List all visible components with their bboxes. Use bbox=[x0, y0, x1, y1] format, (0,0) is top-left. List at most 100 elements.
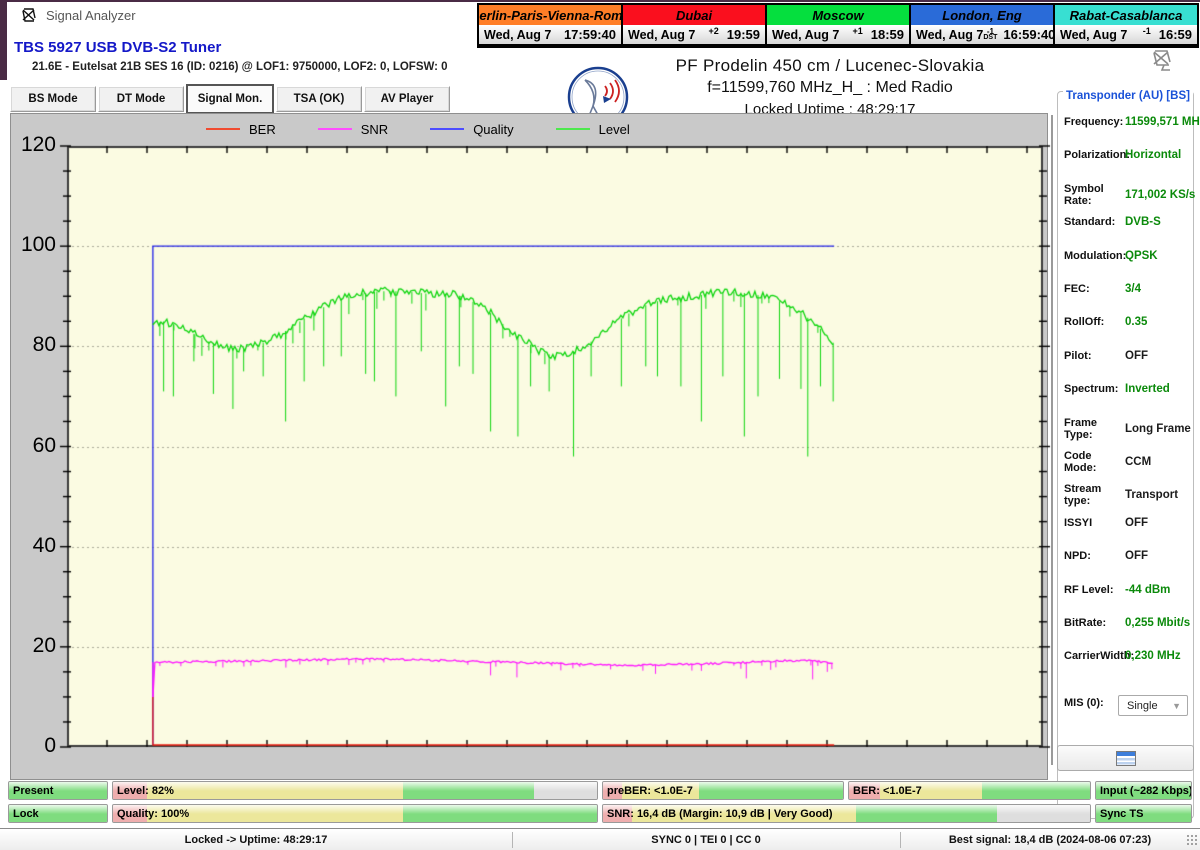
bar-label: Present bbox=[13, 784, 54, 797]
window-left-edge bbox=[0, 0, 7, 80]
signal-plot bbox=[51, 144, 1051, 754]
transponder-value: Inverted bbox=[1125, 383, 1170, 396]
transponder-label: Stream type: bbox=[1064, 483, 1102, 508]
legend-line-swatch bbox=[317, 128, 352, 130]
clock-time-value: 18:59 bbox=[870, 27, 904, 42]
legend-label: BER bbox=[249, 121, 276, 137]
tab-bs-mode[interactable]: BS Mode bbox=[10, 86, 96, 112]
transponder-row-carrierwidth-: CarrierWidth: 0,230 MHz bbox=[1064, 650, 1189, 662]
transponder-row-standard-: Standard: DVB-S bbox=[1064, 216, 1189, 228]
tuner-subtitle: 21.6E - Eutelsat 21B SES 16 (ID: 0216) @… bbox=[32, 61, 448, 73]
clock-time: Wed, Aug 7 -1 DST 16:59:40 bbox=[911, 25, 1055, 44]
bar-label: Sync TS bbox=[1100, 807, 1144, 820]
transponder-value: QPSK bbox=[1125, 249, 1158, 262]
clock-dubai: Dubai Wed, Aug 7 +2 19:59 bbox=[623, 5, 765, 46]
y-axis-label-20: 20 bbox=[32, 633, 56, 657]
legend-line-swatch bbox=[206, 128, 240, 130]
clock-date: Wed, Aug 7 bbox=[484, 27, 552, 42]
transponder-row-polarization-: Polarization: Horizontal bbox=[1064, 149, 1189, 161]
stream-list-button[interactable] bbox=[1057, 745, 1194, 771]
tab-signal-mon-[interactable]: Signal Mon. bbox=[186, 84, 274, 114]
signal-analyzer-window: Signal Analyzer Berlin-Paris-Vienna-Roma… bbox=[0, 0, 1200, 850]
transponder-label: Frame Type: bbox=[1064, 416, 1098, 441]
tab-dt-mode[interactable]: DT Mode bbox=[98, 86, 184, 112]
resize-grip[interactable] bbox=[1186, 834, 1198, 846]
mini-dish-icon bbox=[1153, 50, 1171, 71]
panel-splitter[interactable] bbox=[1051, 115, 1053, 765]
bar-label: Lock bbox=[13, 807, 39, 820]
transponder-label: CarrierWidth: bbox=[1064, 650, 1135, 663]
transponder-label: Code Mode: bbox=[1064, 450, 1097, 474]
mis-value: Single bbox=[1127, 699, 1158, 712]
legend-item-ber: BER bbox=[206, 122, 276, 137]
clock-time: Wed, Aug 7 17:59:40 bbox=[479, 25, 621, 44]
tab-tsa-ok-[interactable]: TSA (OK) bbox=[276, 86, 362, 112]
legend-line-swatch bbox=[555, 128, 590, 130]
frequency-service: f=11599,760 MHz_H_ : Med Radio bbox=[707, 79, 953, 96]
clock-time: Wed, Aug 7 -1 16:59 bbox=[1055, 25, 1197, 44]
clock-offset: +2 bbox=[708, 25, 719, 36]
clock-time-value: 16:59 bbox=[1158, 27, 1192, 42]
clock-city-label: Berlin-Paris-Vienna-Roma bbox=[479, 5, 621, 25]
satellite-dish-icon bbox=[22, 7, 36, 22]
bar-label: SNR: 16,4 dB (Margin: 10,9 dB | Very Goo… bbox=[607, 807, 833, 820]
transponder-label: BitRate: bbox=[1064, 617, 1107, 629]
transponder-row-pilot-: Pilot: OFF bbox=[1064, 350, 1189, 362]
transponder-label: Modulation: bbox=[1064, 249, 1127, 262]
transponder-value: OFF bbox=[1125, 516, 1148, 529]
statusbar-uptime: Locked -> Uptime: 48:29:17 bbox=[184, 834, 328, 846]
transponder-row-issyi: ISSYI OFF bbox=[1064, 517, 1189, 529]
progress-bar-sync-ts: Sync TS bbox=[1095, 804, 1192, 823]
mis-select[interactable]: Single ▼ bbox=[1118, 695, 1188, 716]
center-header: PF Prodelin 450 cm / Lucenec-Slovakia f=… bbox=[590, 56, 1070, 118]
progress-bar-preber-1-0e-7: preBER: <1.0E-7 bbox=[602, 781, 844, 800]
progress-bar-lock: Lock bbox=[8, 804, 108, 823]
legend-label: Level bbox=[598, 121, 630, 137]
signal-chart-panel: BER SNR Quality Level bbox=[10, 113, 1051, 780]
transponder-value: 11599,571 MHz bbox=[1125, 116, 1200, 128]
clock-city-label: Rabat-Casablanca bbox=[1055, 5, 1197, 25]
legend-label: SNR bbox=[360, 121, 389, 137]
window-title: Signal Analyzer bbox=[46, 7, 136, 23]
bar-label: Level: 82% bbox=[117, 784, 174, 797]
transponder-label: NPD: bbox=[1064, 550, 1091, 563]
transponder-value: DVB-S bbox=[1125, 216, 1161, 229]
clock-dst-label: DST bbox=[983, 33, 998, 41]
transponder-label: Polarization: bbox=[1064, 149, 1131, 162]
clock-offset: +1 bbox=[852, 25, 863, 36]
bar-gloss bbox=[113, 782, 597, 792]
transponder-label: Spectrum: bbox=[1064, 383, 1119, 396]
antenna-location: PF Prodelin 450 cm / Lucenec-Slovakia bbox=[675, 56, 985, 75]
clock-city-label: London, Eng bbox=[911, 5, 1053, 25]
transponder-label: FEC: bbox=[1064, 283, 1090, 295]
clock-date: Wed, Aug 7 bbox=[916, 27, 984, 42]
transponder-value: 171,002 KS/s bbox=[1125, 188, 1196, 201]
statusbar-sync: SYNC 0 | TEI 0 | CC 0 bbox=[651, 834, 761, 846]
transponder-group-title: Transponder (AU) [BS] bbox=[1063, 90, 1193, 102]
transponder-row-spectrum-: Spectrum: Inverted bbox=[1064, 383, 1189, 395]
transponder-value: 0,255 Mbit/s bbox=[1125, 617, 1191, 629]
y-axis-label-60: 60 bbox=[32, 433, 56, 457]
mode-tabs: BS Mode DT Mode Signal Mon. TSA (OK) AV Play… bbox=[10, 84, 450, 114]
clock-moscow: Moscow Wed, Aug 7 +1 18:59 bbox=[767, 5, 909, 46]
progress-bar-ber-1-0e-7: BER: <1.0E-7 bbox=[848, 781, 1091, 800]
y-axis-label-0: 0 bbox=[44, 734, 56, 757]
transponder-label: ISSYI bbox=[1064, 516, 1093, 529]
transponder-value: 0.35 bbox=[1125, 316, 1148, 329]
progress-bar-present: Present bbox=[8, 781, 108, 800]
clock-time: Wed, Aug 7 +2 19:59 bbox=[623, 25, 765, 44]
progress-bar-quality-100: Quality: 100% bbox=[112, 804, 598, 823]
chevron-down-icon: ▼ bbox=[1172, 700, 1181, 711]
legend-item-quality: Quality bbox=[430, 122, 514, 137]
transponder-row-frequency-: Frequency: 11599,571 MHz bbox=[1064, 116, 1200, 128]
clock-rabat-casablanca: Rabat-Casablanca Wed, Aug 7 -1 16:59 bbox=[1055, 5, 1197, 46]
progress-bar-snr-16-4-db-margin-10-9-db-very-good: SNR: 16,4 dB (Margin: 10,9 dB | Very Goo… bbox=[602, 804, 1091, 823]
chart-legend: BER SNR Quality Level bbox=[206, 118, 630, 140]
progress-bar-level-82: Level: 82% bbox=[112, 781, 598, 800]
progress-bar-input-282-kbps: Input (~282 Kbps) bbox=[1095, 781, 1192, 800]
tab-av-player[interactable]: AV Player bbox=[364, 86, 450, 112]
mis-label: MIS (0): bbox=[1064, 697, 1104, 709]
transponder-row-fec-: FEC: 3/4 bbox=[1064, 283, 1189, 295]
transponder-label: RF Level: bbox=[1064, 583, 1114, 596]
list-icon bbox=[1115, 750, 1136, 766]
